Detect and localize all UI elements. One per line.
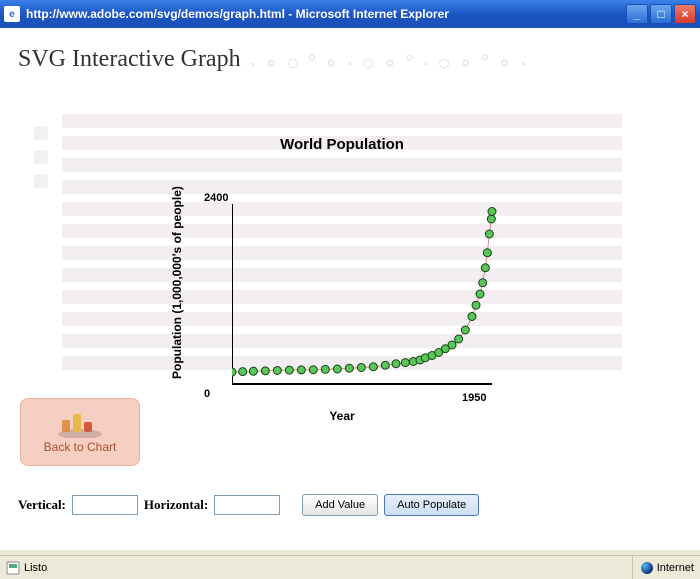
horizontal-label: Horizontal: xyxy=(144,497,208,513)
ie-app-icon: e xyxy=(4,6,20,22)
close-button[interactable]: × xyxy=(674,4,696,24)
status-text: Listo xyxy=(24,562,47,574)
chart-point[interactable] xyxy=(487,215,495,223)
chart-point[interactable] xyxy=(488,208,496,216)
zone-text: Internet xyxy=(657,562,694,574)
chart-point[interactable] xyxy=(321,365,329,373)
add-value-button[interactable]: Add Value xyxy=(302,494,378,516)
chart-point[interactable] xyxy=(479,279,487,287)
chart-plot[interactable] xyxy=(232,204,512,394)
chart-point[interactable] xyxy=(273,367,281,375)
chart-point[interactable] xyxy=(357,364,365,372)
chart-point[interactable] xyxy=(448,341,456,349)
input-form: Vertical: Horizontal: Add Value Auto Pop… xyxy=(18,494,682,516)
chart-point[interactable] xyxy=(261,367,269,375)
chart-point[interactable] xyxy=(333,365,341,373)
chart-point[interactable] xyxy=(369,363,377,371)
chart-point[interactable] xyxy=(468,313,476,321)
chart-point[interactable] xyxy=(401,359,409,367)
window-controls: _ □ × xyxy=(626,4,696,24)
vertical-label: Vertical: xyxy=(18,497,66,513)
back-to-chart-label: Back to Chart xyxy=(44,440,117,454)
horizontal-input[interactable] xyxy=(214,495,280,515)
chart-point[interactable] xyxy=(297,366,305,374)
auto-populate-button[interactable]: Auto Populate xyxy=(384,494,479,516)
vertical-input[interactable] xyxy=(72,495,138,515)
minimize-button[interactable]: _ xyxy=(626,4,648,24)
decorative-dots: ∙ ∘ ○ ° ∘ · ○ ∘ ° · ○ ∘ ° ∘ · xyxy=(250,50,630,74)
maximize-button[interactable]: □ xyxy=(650,4,672,24)
chart-point[interactable] xyxy=(485,230,493,238)
chart-point[interactable] xyxy=(345,364,353,372)
x-axis-tick-max: 1950 xyxy=(462,392,486,404)
chart-point[interactable] xyxy=(232,368,236,376)
y-axis-label: Population (1,000,000's of people) xyxy=(170,186,184,379)
security-zone: Internet xyxy=(632,556,694,579)
chart-point[interactable] xyxy=(461,326,469,334)
status-bar: Listo Internet xyxy=(0,555,700,579)
window-title: http://www.adobe.com/svg/demos/graph.htm… xyxy=(26,7,626,21)
chart-point[interactable] xyxy=(392,360,400,368)
done-icon xyxy=(6,561,20,575)
chart-point[interactable] xyxy=(285,366,293,374)
y-axis-tick-max: 2400 xyxy=(204,192,228,204)
chart-point[interactable] xyxy=(483,249,491,257)
window-titlebar: e http://www.adobe.com/svg/demos/graph.h… xyxy=(0,0,700,28)
chart-point[interactable] xyxy=(476,290,484,298)
chart-point[interactable] xyxy=(472,301,480,309)
globe-icon xyxy=(641,562,653,574)
page-content: SVG Interactive Graph ∙ ∘ ○ ° ∘ · ○ ∘ ° … xyxy=(0,28,700,550)
chart-point[interactable] xyxy=(381,361,389,369)
chart-point[interactable] xyxy=(249,367,257,375)
chart-point[interactable] xyxy=(481,264,489,272)
chart-point[interactable] xyxy=(239,368,247,376)
chart-point[interactable] xyxy=(309,366,317,374)
y-axis-tick-min: 0 xyxy=(204,388,210,400)
x-axis-label: Year xyxy=(62,409,622,423)
chart-point[interactable] xyxy=(455,335,463,343)
chart-title: World Population xyxy=(62,136,622,153)
legend-placeholder xyxy=(34,126,48,188)
